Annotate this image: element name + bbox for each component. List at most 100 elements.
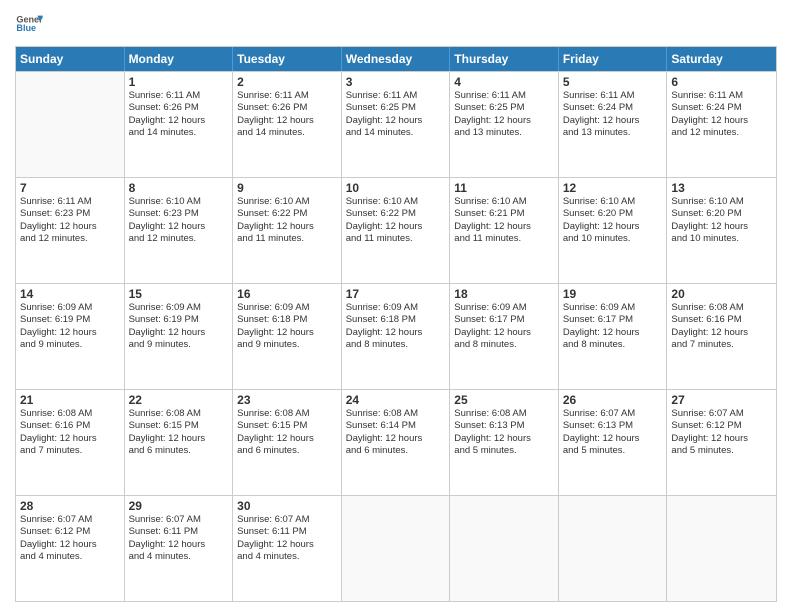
day-number: 5 xyxy=(563,75,663,89)
cell-info: Sunrise: 6:07 AMSunset: 6:11 PMDaylight:… xyxy=(237,514,337,563)
calendar-cell: 29Sunrise: 6:07 AMSunset: 6:11 PMDayligh… xyxy=(125,496,234,601)
calendar-cell: 7Sunrise: 6:11 AMSunset: 6:23 PMDaylight… xyxy=(16,178,125,283)
calendar-cell: 21Sunrise: 6:08 AMSunset: 6:16 PMDayligh… xyxy=(16,390,125,495)
cell-info: Sunrise: 6:11 AMSunset: 6:26 PMDaylight:… xyxy=(129,90,229,139)
calendar-cell: 12Sunrise: 6:10 AMSunset: 6:20 PMDayligh… xyxy=(559,178,668,283)
day-number: 30 xyxy=(237,499,337,513)
cell-info: Sunrise: 6:11 AMSunset: 6:25 PMDaylight:… xyxy=(454,90,554,139)
day-number: 6 xyxy=(671,75,772,89)
cell-info: Sunrise: 6:07 AMSunset: 6:11 PMDaylight:… xyxy=(129,514,229,563)
day-number: 14 xyxy=(20,287,120,301)
day-number: 18 xyxy=(454,287,554,301)
calendar-cell: 17Sunrise: 6:09 AMSunset: 6:18 PMDayligh… xyxy=(342,284,451,389)
day-number: 24 xyxy=(346,393,446,407)
calendar-cell: 14Sunrise: 6:09 AMSunset: 6:19 PMDayligh… xyxy=(16,284,125,389)
calendar-cell xyxy=(559,496,668,601)
calendar-cell: 24Sunrise: 6:08 AMSunset: 6:14 PMDayligh… xyxy=(342,390,451,495)
cell-info: Sunrise: 6:10 AMSunset: 6:22 PMDaylight:… xyxy=(346,196,446,245)
day-number: 7 xyxy=(20,181,120,195)
cell-info: Sunrise: 6:09 AMSunset: 6:19 PMDaylight:… xyxy=(20,302,120,351)
day-number: 23 xyxy=(237,393,337,407)
cal-header-day: Tuesday xyxy=(233,47,342,71)
cell-info: Sunrise: 6:07 AMSunset: 6:13 PMDaylight:… xyxy=(563,408,663,457)
calendar-cell: 26Sunrise: 6:07 AMSunset: 6:13 PMDayligh… xyxy=(559,390,668,495)
svg-text:Blue: Blue xyxy=(16,23,36,33)
cell-info: Sunrise: 6:08 AMSunset: 6:13 PMDaylight:… xyxy=(454,408,554,457)
calendar-cell: 30Sunrise: 6:07 AMSunset: 6:11 PMDayligh… xyxy=(233,496,342,601)
day-number: 4 xyxy=(454,75,554,89)
day-number: 13 xyxy=(671,181,772,195)
calendar-cell: 15Sunrise: 6:09 AMSunset: 6:19 PMDayligh… xyxy=(125,284,234,389)
day-number: 2 xyxy=(237,75,337,89)
day-number: 12 xyxy=(563,181,663,195)
cell-info: Sunrise: 6:11 AMSunset: 6:26 PMDaylight:… xyxy=(237,90,337,139)
day-number: 26 xyxy=(563,393,663,407)
calendar-body: 1Sunrise: 6:11 AMSunset: 6:26 PMDaylight… xyxy=(16,71,776,601)
cell-info: Sunrise: 6:11 AMSunset: 6:23 PMDaylight:… xyxy=(20,196,120,245)
calendar-cell: 27Sunrise: 6:07 AMSunset: 6:12 PMDayligh… xyxy=(667,390,776,495)
cell-info: Sunrise: 6:08 AMSunset: 6:14 PMDaylight:… xyxy=(346,408,446,457)
cal-header-day: Thursday xyxy=(450,47,559,71)
day-number: 21 xyxy=(20,393,120,407)
calendar-cell: 23Sunrise: 6:08 AMSunset: 6:15 PMDayligh… xyxy=(233,390,342,495)
calendar-cell: 20Sunrise: 6:08 AMSunset: 6:16 PMDayligh… xyxy=(667,284,776,389)
cell-info: Sunrise: 6:08 AMSunset: 6:15 PMDaylight:… xyxy=(129,408,229,457)
calendar-cell: 9Sunrise: 6:10 AMSunset: 6:22 PMDaylight… xyxy=(233,178,342,283)
cell-info: Sunrise: 6:09 AMSunset: 6:17 PMDaylight:… xyxy=(454,302,554,351)
calendar-cell: 19Sunrise: 6:09 AMSunset: 6:17 PMDayligh… xyxy=(559,284,668,389)
calendar-row: 7Sunrise: 6:11 AMSunset: 6:23 PMDaylight… xyxy=(16,177,776,283)
day-number: 27 xyxy=(671,393,772,407)
calendar-cell: 25Sunrise: 6:08 AMSunset: 6:13 PMDayligh… xyxy=(450,390,559,495)
cell-info: Sunrise: 6:10 AMSunset: 6:20 PMDaylight:… xyxy=(563,196,663,245)
header: General Blue xyxy=(15,10,777,38)
day-number: 10 xyxy=(346,181,446,195)
day-number: 29 xyxy=(129,499,229,513)
calendar-cell: 16Sunrise: 6:09 AMSunset: 6:18 PMDayligh… xyxy=(233,284,342,389)
logo-icon: General Blue xyxy=(15,10,43,38)
calendar-cell: 4Sunrise: 6:11 AMSunset: 6:25 PMDaylight… xyxy=(450,72,559,177)
logo: General Blue xyxy=(15,10,43,38)
calendar-cell: 1Sunrise: 6:11 AMSunset: 6:26 PMDaylight… xyxy=(125,72,234,177)
cell-info: Sunrise: 6:07 AMSunset: 6:12 PMDaylight:… xyxy=(671,408,772,457)
cell-info: Sunrise: 6:11 AMSunset: 6:24 PMDaylight:… xyxy=(563,90,663,139)
calendar-cell: 13Sunrise: 6:10 AMSunset: 6:20 PMDayligh… xyxy=(667,178,776,283)
calendar-cell: 11Sunrise: 6:10 AMSunset: 6:21 PMDayligh… xyxy=(450,178,559,283)
day-number: 8 xyxy=(129,181,229,195)
calendar-cell: 3Sunrise: 6:11 AMSunset: 6:25 PMDaylight… xyxy=(342,72,451,177)
day-number: 9 xyxy=(237,181,337,195)
cell-info: Sunrise: 6:09 AMSunset: 6:18 PMDaylight:… xyxy=(237,302,337,351)
day-number: 20 xyxy=(671,287,772,301)
cell-info: Sunrise: 6:09 AMSunset: 6:17 PMDaylight:… xyxy=(563,302,663,351)
day-number: 15 xyxy=(129,287,229,301)
calendar-cell: 10Sunrise: 6:10 AMSunset: 6:22 PMDayligh… xyxy=(342,178,451,283)
calendar-cell: 2Sunrise: 6:11 AMSunset: 6:26 PMDaylight… xyxy=(233,72,342,177)
day-number: 19 xyxy=(563,287,663,301)
day-number: 28 xyxy=(20,499,120,513)
calendar-cell xyxy=(16,72,125,177)
day-number: 11 xyxy=(454,181,554,195)
calendar-row: 21Sunrise: 6:08 AMSunset: 6:16 PMDayligh… xyxy=(16,389,776,495)
day-number: 3 xyxy=(346,75,446,89)
calendar-cell: 6Sunrise: 6:11 AMSunset: 6:24 PMDaylight… xyxy=(667,72,776,177)
cell-info: Sunrise: 6:11 AMSunset: 6:24 PMDaylight:… xyxy=(671,90,772,139)
calendar-cell: 18Sunrise: 6:09 AMSunset: 6:17 PMDayligh… xyxy=(450,284,559,389)
calendar-header: SundayMondayTuesdayWednesdayThursdayFrid… xyxy=(16,47,776,71)
cell-info: Sunrise: 6:10 AMSunset: 6:23 PMDaylight:… xyxy=(129,196,229,245)
cal-header-day: Friday xyxy=(559,47,668,71)
cell-info: Sunrise: 6:07 AMSunset: 6:12 PMDaylight:… xyxy=(20,514,120,563)
calendar-row: 1Sunrise: 6:11 AMSunset: 6:26 PMDaylight… xyxy=(16,71,776,177)
cell-info: Sunrise: 6:08 AMSunset: 6:16 PMDaylight:… xyxy=(671,302,772,351)
day-number: 16 xyxy=(237,287,337,301)
calendar-cell: 8Sunrise: 6:10 AMSunset: 6:23 PMDaylight… xyxy=(125,178,234,283)
calendar-cell: 22Sunrise: 6:08 AMSunset: 6:15 PMDayligh… xyxy=(125,390,234,495)
cal-header-day: Wednesday xyxy=(342,47,451,71)
day-number: 22 xyxy=(129,393,229,407)
cell-info: Sunrise: 6:08 AMSunset: 6:15 PMDaylight:… xyxy=(237,408,337,457)
cell-info: Sunrise: 6:10 AMSunset: 6:22 PMDaylight:… xyxy=(237,196,337,245)
cal-header-day: Sunday xyxy=(16,47,125,71)
cell-info: Sunrise: 6:09 AMSunset: 6:19 PMDaylight:… xyxy=(129,302,229,351)
calendar-cell xyxy=(342,496,451,601)
cal-header-day: Saturday xyxy=(667,47,776,71)
calendar-cell: 28Sunrise: 6:07 AMSunset: 6:12 PMDayligh… xyxy=(16,496,125,601)
cell-info: Sunrise: 6:10 AMSunset: 6:21 PMDaylight:… xyxy=(454,196,554,245)
